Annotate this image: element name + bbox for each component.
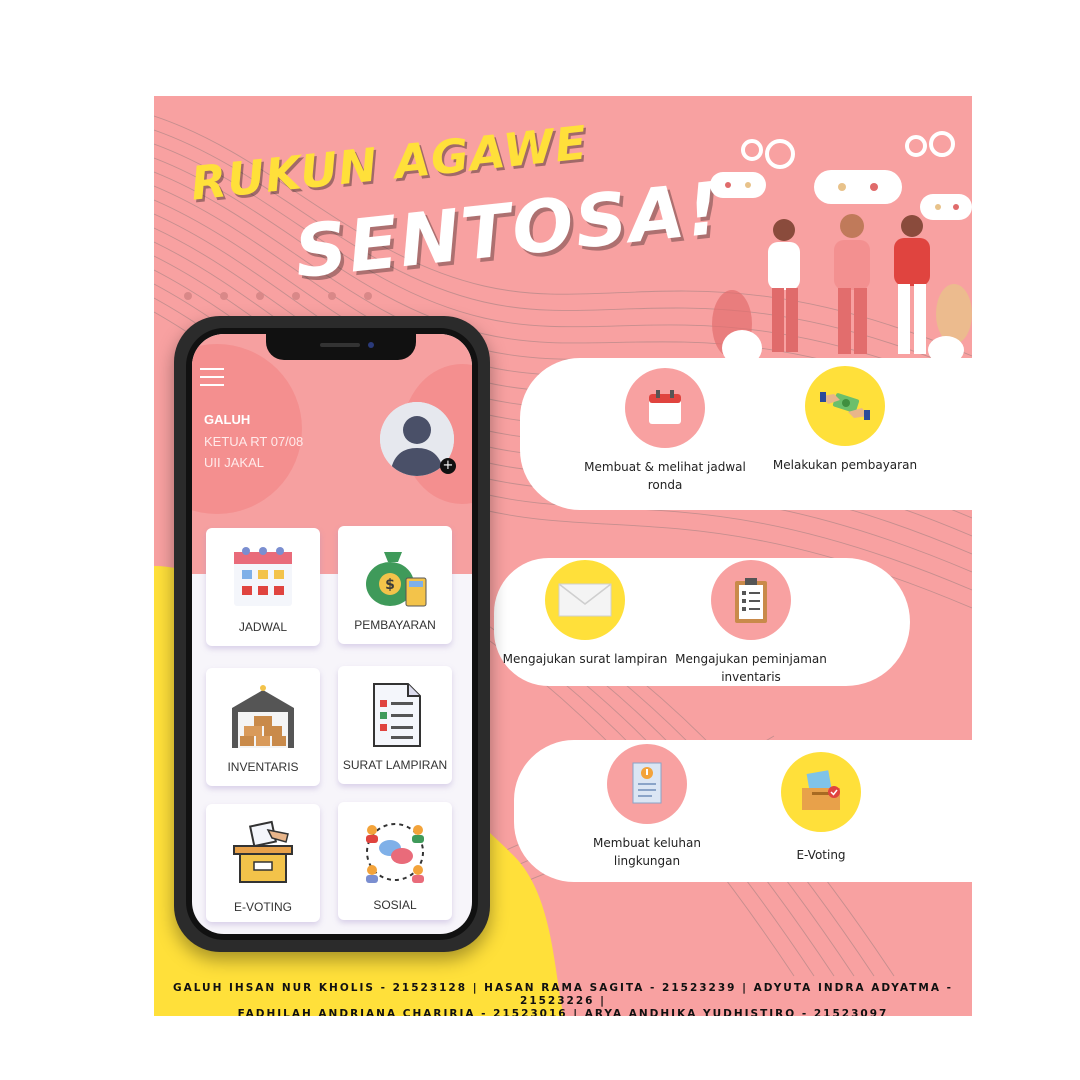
poster: RUKUN AGAWE SENTOSA! Membuat & melihat j… — [154, 96, 972, 1016]
menu-tile-jadwal[interactable]: JADWAL — [206, 528, 320, 646]
feature-pembayaran: Melakukan pembayaran — [760, 366, 930, 474]
feature-label: Mengajukan surat lampiran — [502, 652, 668, 666]
feature-label: Melakukan pembayaran — [772, 458, 918, 472]
feature-surat-lampiran: Mengajukan surat lampiran — [500, 560, 670, 668]
menu-tile-label: PEMBAYARAN — [354, 618, 436, 632]
menu-tile-surat-lampiran[interactable]: SURAT LAMPIRAN — [338, 666, 452, 784]
feature-jadwal-ronda: Membuat & melihat jadwal ronda — [580, 368, 750, 494]
menu-tile-e-voting[interactable]: E-VOTING — [206, 804, 320, 922]
warehouse-boxes-icon — [232, 685, 294, 748]
calendar-icon — [234, 547, 292, 606]
phone-notch — [266, 334, 416, 360]
ballot-box-icon — [781, 752, 861, 832]
phone-bezel: GALUH KETUA RT 07/08 UII JAKAL + JADWAL — [186, 328, 478, 940]
credits-line-1: GALUH IHSAN NUR KHOLIS - 21523128 | HASA… — [173, 982, 953, 1007]
envelope-icon — [545, 560, 625, 640]
complaint-document-icon — [607, 744, 687, 824]
feature-label: Membuat keluhan lingkungan — [593, 836, 701, 868]
community-chat-icon — [366, 823, 424, 883]
payment-hands-icon — [805, 366, 885, 446]
feature-label: Mengajukan peminjaman inventaris — [675, 652, 827, 684]
feature-label: E-Voting — [796, 848, 846, 862]
team-credits: GALUH IHSAN NUR KHOLIS - 21523128 | HASA… — [154, 982, 972, 1016]
calendar-icon — [625, 368, 705, 448]
ballot-box-icon — [233, 820, 293, 883]
feature-label: Membuat & melihat jadwal ronda — [584, 460, 746, 492]
feature-keluhan-lingkungan: Membuat keluhan lingkungan — [562, 744, 732, 870]
menu-tile-label: SOSIAL — [373, 898, 417, 912]
svg-text:$: $ — [385, 577, 395, 593]
decorative-dots — [184, 292, 372, 300]
app-screen: GALUH KETUA RT 07/08 UII JAKAL + JADWAL — [192, 334, 472, 934]
menu-tile-sosial[interactable]: SOSIAL — [338, 802, 452, 920]
add-photo-button[interactable]: + — [440, 458, 456, 474]
people-talking-illustration — [710, 131, 972, 364]
phone-mockup: GALUH KETUA RT 07/08 UII JAKAL + JADWAL — [174, 316, 490, 952]
hamburger-menu-icon[interactable] — [200, 368, 224, 392]
credits-line-2: FADHILAH ANDRIANA CHARIRIA - 21523016 | … — [237, 1008, 889, 1016]
feature-e-voting: E-Voting — [736, 752, 906, 864]
menu-tile-label: JADWAL — [238, 620, 288, 634]
user-role: KETUA RT 07/08 — [204, 434, 304, 449]
menu-tile-label: SURAT LAMPIRAN — [342, 758, 448, 772]
menu-tile-pembayaran[interactable]: $ PEMBAYARAN — [338, 526, 452, 644]
user-name: GALUH — [204, 412, 251, 427]
money-bag-icon: $ — [366, 552, 427, 607]
user-organization: UII JAKAL — [204, 455, 264, 470]
document-list-icon — [373, 683, 421, 747]
clipboard-icon — [711, 560, 791, 640]
feature-peminjaman-inventaris: Mengajukan peminjaman inventaris — [666, 560, 836, 686]
menu-tile-label: E-VOTING — [233, 900, 292, 914]
menu-tile-label: INVENTARIS — [227, 760, 299, 774]
menu-tile-inventaris[interactable]: INVENTARIS — [206, 668, 320, 786]
